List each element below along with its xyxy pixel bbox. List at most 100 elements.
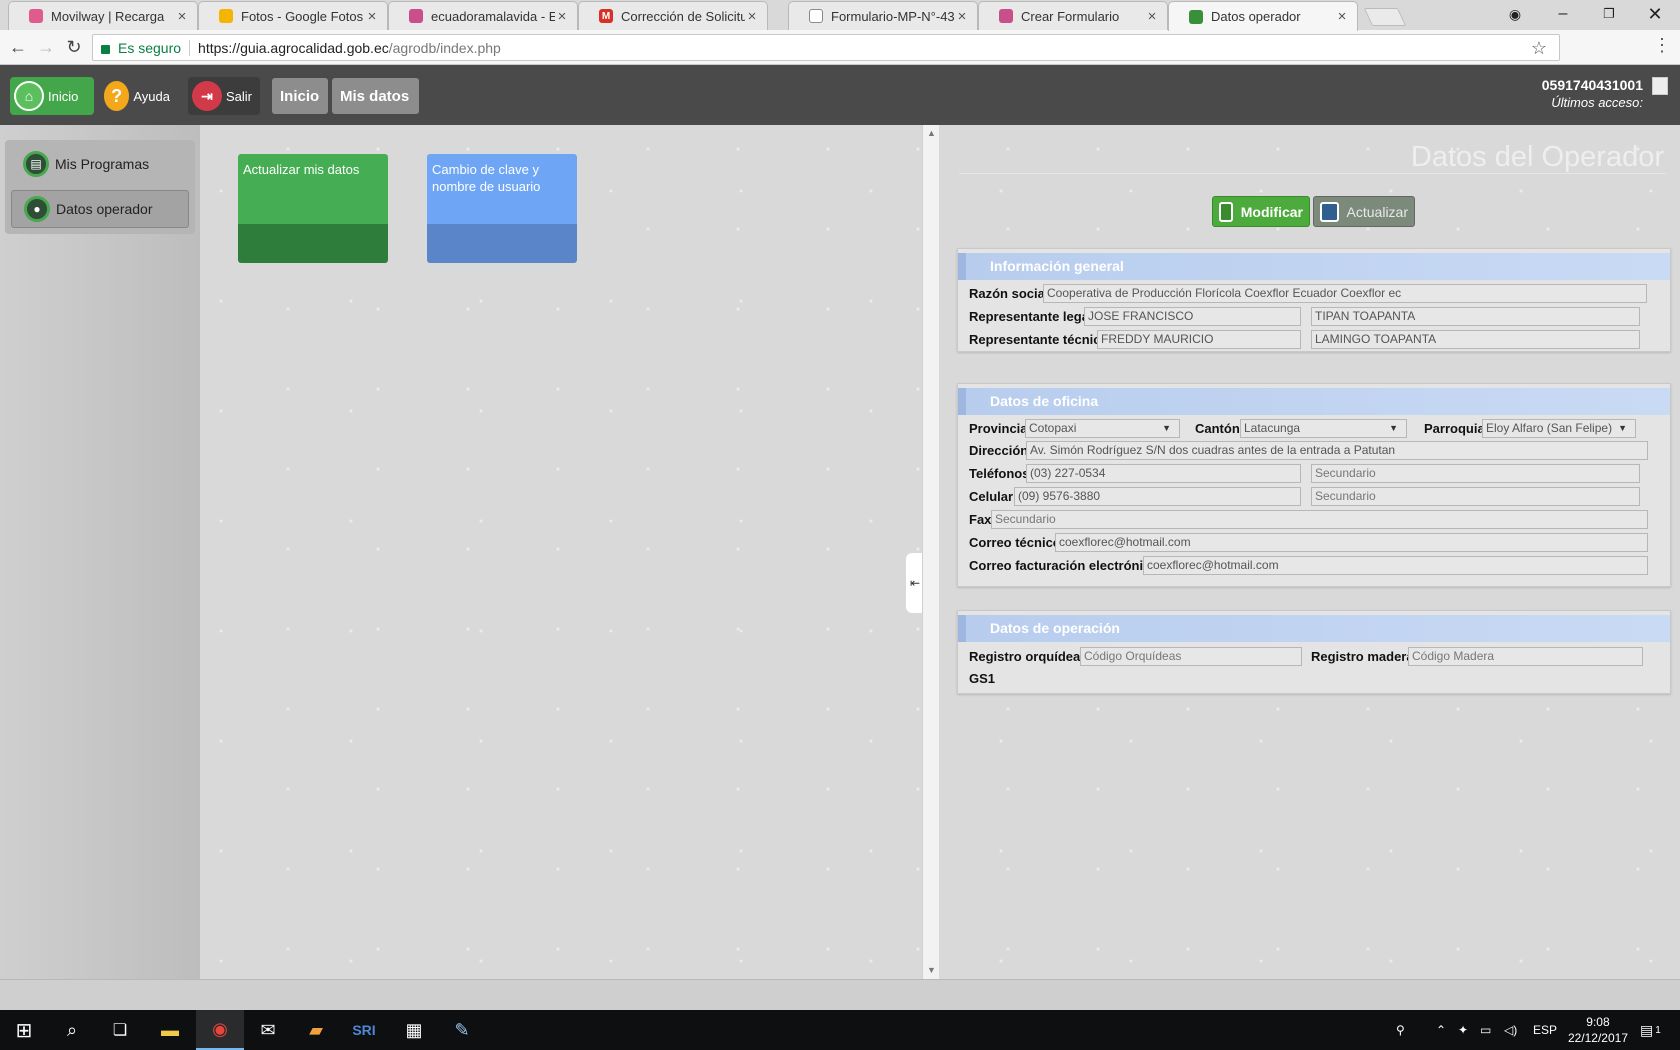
telefonos-label: Teléfonos <box>969 466 1030 481</box>
forward-arrow-icon[interactable]: → <box>34 35 58 59</box>
close-tab-icon[interactable]: × <box>745 8 759 25</box>
google-photos-favicon-icon <box>219 9 233 23</box>
actualizar-button[interactable]: Actualizar <box>1313 196 1415 227</box>
browser-tab[interactable]: M Corrección de Solicitud E × <box>578 1 768 30</box>
people-icon[interactable]: ⚲ <box>1396 1010 1405 1050</box>
razon-social-field[interactable]: Cooperativa de Producción Florícola Coex… <box>1043 284 1647 303</box>
canton-select[interactable]: Latacunga <box>1240 419 1407 438</box>
sidebar-item-datos-operador[interactable]: ● Datos operador <box>11 190 189 228</box>
chrome-icon[interactable]: ◉ <box>196 1010 244 1050</box>
show-hidden-icons-icon[interactable]: ⌃ <box>1436 1010 1446 1050</box>
restore-icon[interactable]: ❐ <box>1586 0 1632 30</box>
rep-tecnico-apellidos-field[interactable]: LAMINGO TOAPANTA <box>1311 330 1640 349</box>
fax-label: Fax <box>969 512 992 527</box>
rep-tecnico-label: Representante técnico <box>969 332 1109 347</box>
registro-orquideas-field[interactable]: Código Orquídeas <box>1080 647 1302 666</box>
ayuda-button[interactable]: ? Ayuda <box>100 77 178 115</box>
celular-secundario-field[interactable]: Secundario <box>1311 487 1640 506</box>
search-icon[interactable]: ⌕ <box>48 1010 96 1050</box>
close-tab-icon[interactable]: × <box>1145 8 1159 25</box>
rep-legal-nombres-field[interactable]: JOSE FRANCISCO <box>1084 307 1301 326</box>
salir-button[interactable]: ⇥ Salir <box>188 77 260 115</box>
mail-icon[interactable]: ✉ <box>244 1010 292 1050</box>
logout-icon: ⇥ <box>192 81 222 111</box>
section-datos-operacion: Datos de operación Registro orquídeas Có… <box>957 610 1671 694</box>
correo-facturacion-field[interactable]: coexflorec@hotmail.com <box>1143 556 1648 575</box>
divider <box>189 39 191 56</box>
url-path: /agrodb/index.php <box>388 39 501 56</box>
programs-icon: ▤ <box>23 151 49 177</box>
page-title: Datos del Operador <box>1410 141 1664 173</box>
scroll-up-icon[interactable]: ▲ <box>927 128 936 138</box>
clock-date: 22/12/2017 <box>1567 1031 1628 1045</box>
tile-label: Actualizar mis datos <box>238 154 388 224</box>
language-indicator[interactable]: ESP <box>1533 1010 1557 1050</box>
tab-title: Datos operador <box>1211 9 1301 24</box>
nav-mis-datos-tab[interactable]: Mis datos <box>332 78 419 114</box>
close-window-icon[interactable]: ✕ <box>1632 0 1678 30</box>
rep-legal-apellidos-field[interactable]: TIPAN TOAPANTA <box>1311 307 1640 326</box>
registro-madera-field[interactable]: Código Madera <box>1408 647 1643 666</box>
close-tab-icon[interactable]: × <box>1335 8 1349 25</box>
new-tab-button[interactable] <box>1363 8 1407 26</box>
modificar-button[interactable]: Modificar <box>1212 196 1310 227</box>
browser-tab[interactable]: Movilway | Recarga × <box>8 1 198 30</box>
dropbox-icon[interactable]: ✦ <box>1458 1010 1468 1050</box>
telefono-secundario-field[interactable]: Secundario <box>1311 464 1640 483</box>
sidebar-item-mis-programas[interactable]: ▤ Mis Programas <box>11 145 189 183</box>
telefono-principal-field[interactable]: (03) 227-0534 <box>1026 464 1301 483</box>
sidebar-item-label: Datos operador <box>56 201 153 217</box>
calculator-icon[interactable]: ▦ <box>390 1010 438 1050</box>
paint-icon[interactable]: ✎ <box>438 1010 486 1050</box>
minimize-icon[interactable]: – <box>1540 0 1586 30</box>
volume-icon[interactable]: ◁) <box>1504 1010 1517 1050</box>
browser-tab[interactable]: ecuadoramalavida - Ecua × <box>388 1 578 30</box>
browser-tab[interactable]: Crear Formulario × <box>978 1 1168 30</box>
sri-app-icon[interactable]: SRI <box>340 1010 388 1050</box>
task-view-icon[interactable]: ❏ <box>96 1010 144 1050</box>
nav-inicio-tab[interactable]: Inicio <box>272 78 328 114</box>
folder-app-icon[interactable]: ▰ <box>292 1010 340 1050</box>
windows-start-icon[interactable]: ⊞ <box>0 1010 48 1050</box>
tile-actualizar-mis-datos[interactable]: Actualizar mis datos <box>238 154 388 263</box>
direccion-field[interactable]: Av. Simón Rodríguez S/N dos cuadras ante… <box>1026 441 1648 460</box>
correo-tecnico-field[interactable]: coexflorec@hotmail.com <box>1055 533 1648 552</box>
parroquia-select[interactable]: Eloy Alfaro (San Felipe) <box>1482 419 1636 438</box>
close-tab-icon[interactable]: × <box>175 8 189 25</box>
chrome-menu-icon[interactable]: ⋮ <box>1652 35 1672 56</box>
profile-icon[interactable]: ◉ <box>1492 0 1538 30</box>
movilway-favicon-icon <box>29 9 43 23</box>
browser-tab[interactable]: Fotos - Google Fotos × <box>198 1 388 30</box>
celular-principal-field[interactable]: (09) 9576-3880 <box>1014 487 1301 506</box>
fax-field[interactable]: Secundario <box>991 510 1648 529</box>
address-bar[interactable]: Es seguro https://guia.agrocalidad.gob.e… <box>92 34 1560 61</box>
browser-tab-active[interactable]: Datos operador × <box>1168 1 1358 31</box>
reload-icon[interactable]: ↻ <box>62 35 86 59</box>
close-tab-icon[interactable]: × <box>555 8 569 25</box>
rep-tecnico-nombres-field[interactable]: FREDDY MAURICIO <box>1097 330 1301 349</box>
razon-social-label: Razón social <box>969 286 1049 301</box>
pane-scrollbar[interactable]: ▲ ▼ <box>922 125 939 979</box>
close-tab-icon[interactable]: × <box>955 8 969 25</box>
section-heading: Datos de oficina <box>958 388 1670 415</box>
close-tab-icon[interactable]: × <box>365 8 379 25</box>
section-heading: Información general <box>958 253 1670 280</box>
network-icon[interactable]: ▭ <box>1480 1010 1491 1050</box>
tile-cambio-clave[interactable]: Cambio de clave y nombre de usuario <box>427 154 577 263</box>
provincia-select[interactable]: Cotopaxi <box>1025 419 1180 438</box>
provincia-label: Provincia <box>969 421 1028 436</box>
bookmark-star-icon[interactable]: ☆ <box>1531 38 1547 59</box>
inicio-button[interactable]: ⌂ Inicio <box>10 77 94 115</box>
clock[interactable]: 9:08 22/12/2017 <box>1568 1014 1628 1046</box>
action-center-icon[interactable]: ▤ 1 <box>1640 1010 1661 1050</box>
browser-tab[interactable]: Formulario-MP-N°-434-2 × <box>788 1 978 30</box>
tile-footer <box>238 224 388 263</box>
edit-icon <box>1219 201 1233 222</box>
workspace: ▤ Mis Programas ● Datos operador Actuali… <box>0 125 1680 979</box>
tab-title: Movilway | Recarga <box>51 8 165 24</box>
back-arrow-icon[interactable]: ← <box>6 35 30 59</box>
scroll-down-icon[interactable]: ▼ <box>927 965 936 975</box>
file-explorer-icon[interactable]: ▬ <box>146 1010 194 1050</box>
section-datos-oficina: Datos de oficina Provincia Cotopaxi Cant… <box>957 383 1671 587</box>
salir-label: Salir <box>225 88 252 104</box>
